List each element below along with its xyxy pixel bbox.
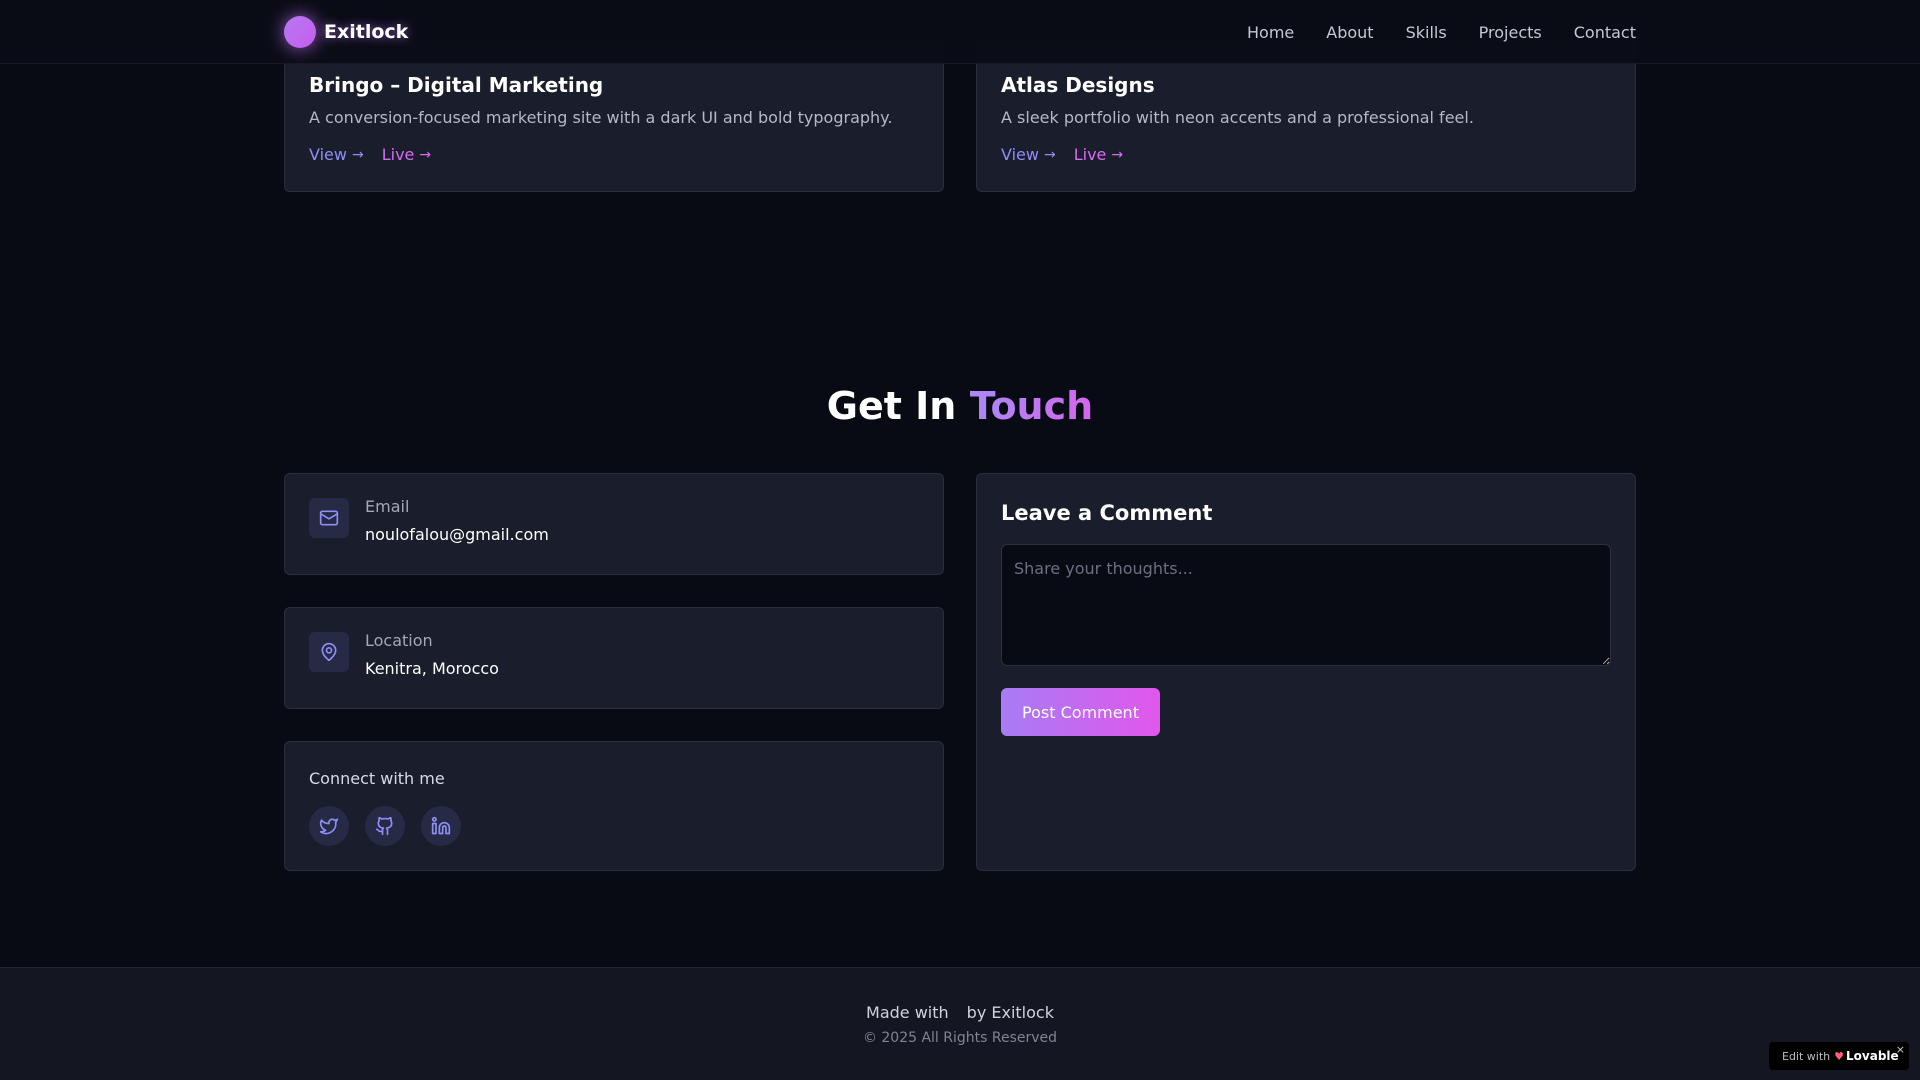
nav-links: Home About Skills Projects Contact [1215, 0, 1636, 64]
location-card: Location Kenitra, Morocco [284, 607, 944, 709]
comment-card: Leave a Comment Post Comment [976, 473, 1636, 871]
arrow-right-icon: → [1111, 147, 1124, 163]
comment-textarea[interactable] [1001, 544, 1611, 666]
footer: Made with by Exitlock © 2025 All Rights R… [0, 967, 1920, 1080]
mail-icon [309, 498, 349, 538]
nav-link-home[interactable]: Home [1247, 23, 1294, 42]
project-links: View → Live → [1001, 145, 1611, 165]
github-icon[interactable] [365, 806, 405, 846]
view-link[interactable]: View → [1001, 145, 1056, 165]
map-pin-icon [309, 632, 349, 672]
navbar: Exitlock Home About Skills Projects Cont… [0, 0, 1920, 64]
view-link-label: View [309, 145, 347, 164]
brand-logo[interactable]: Exitlock [284, 16, 408, 48]
project-links: View → Live → [309, 145, 919, 165]
arrow-right-icon: → [1043, 147, 1056, 163]
section-title-accent: Touch [969, 384, 1094, 428]
logo-dot-icon [284, 16, 316, 48]
project-description: A conversion-focused marketing site with… [309, 108, 893, 127]
social-links [309, 806, 919, 846]
footer-made-with: Made with by Exitlock [0, 1002, 1920, 1024]
project-title: Bringo – Digital Marketing [309, 73, 604, 97]
section-title: Get In Touch [0, 380, 1920, 432]
badge-prefix: Edit with [1782, 1049, 1831, 1063]
footer-copyright: © 2025 All Rights Reserved [862, 1030, 1058, 1046]
location-label: Location [365, 631, 433, 650]
post-comment-button[interactable]: Post Comment [1001, 688, 1160, 736]
view-link[interactable]: View → [309, 145, 364, 165]
twitter-icon[interactable] [309, 806, 349, 846]
location-info: Location Kenitra, Morocco [365, 631, 499, 684]
nav-link-contact[interactable]: Contact [1574, 23, 1636, 42]
project-description: A sleek portfolio with neon accents and … [1001, 108, 1474, 127]
social-card: Connect with me [284, 741, 944, 871]
location-value: Kenitra, Morocco [365, 659, 499, 678]
social-label: Connect with me [309, 769, 445, 788]
lovable-heart-icon: ♥ [1834, 1049, 1845, 1063]
nav-link-about[interactable]: About [1326, 23, 1373, 42]
arrow-right-icon: → [419, 147, 432, 163]
nav-link-projects[interactable]: Projects [1479, 23, 1542, 42]
section-title-prefix: Get In [826, 384, 957, 428]
view-link-label: View [1001, 145, 1039, 164]
email-info: Email noulofalou@gmail.com [365, 497, 549, 550]
nav-link-skills[interactable]: Skills [1406, 23, 1447, 42]
footer-made-with-text: Made with [866, 1003, 949, 1022]
linkedin-icon[interactable] [421, 806, 461, 846]
project-title: Atlas Designs [1001, 73, 1155, 97]
live-link-label: Live [1073, 145, 1107, 164]
email-label: Email [365, 497, 410, 516]
live-link[interactable]: Live → [382, 145, 431, 165]
badge-brand: Lovable [1846, 1049, 1899, 1063]
live-link-label: Live [381, 145, 415, 164]
close-icon[interactable]: × [1896, 1043, 1905, 1056]
arrow-right-icon: → [351, 147, 364, 163]
email-value[interactable]: noulofalou@gmail.com [365, 524, 549, 546]
footer-by-text: by Exitlock [966, 1003, 1054, 1022]
brand-name: Exitlock [324, 21, 409, 43]
email-card: Email noulofalou@gmail.com [284, 473, 944, 575]
live-link[interactable]: Live → [1074, 145, 1123, 165]
edit-with-lovable-badge[interactable]: Edit with ♥ Lovable × [1769, 1042, 1909, 1070]
page: Bringo – Digital Marketing A conversion-… [0, 0, 1920, 1080]
comment-title: Leave a Comment [1001, 501, 1213, 525]
